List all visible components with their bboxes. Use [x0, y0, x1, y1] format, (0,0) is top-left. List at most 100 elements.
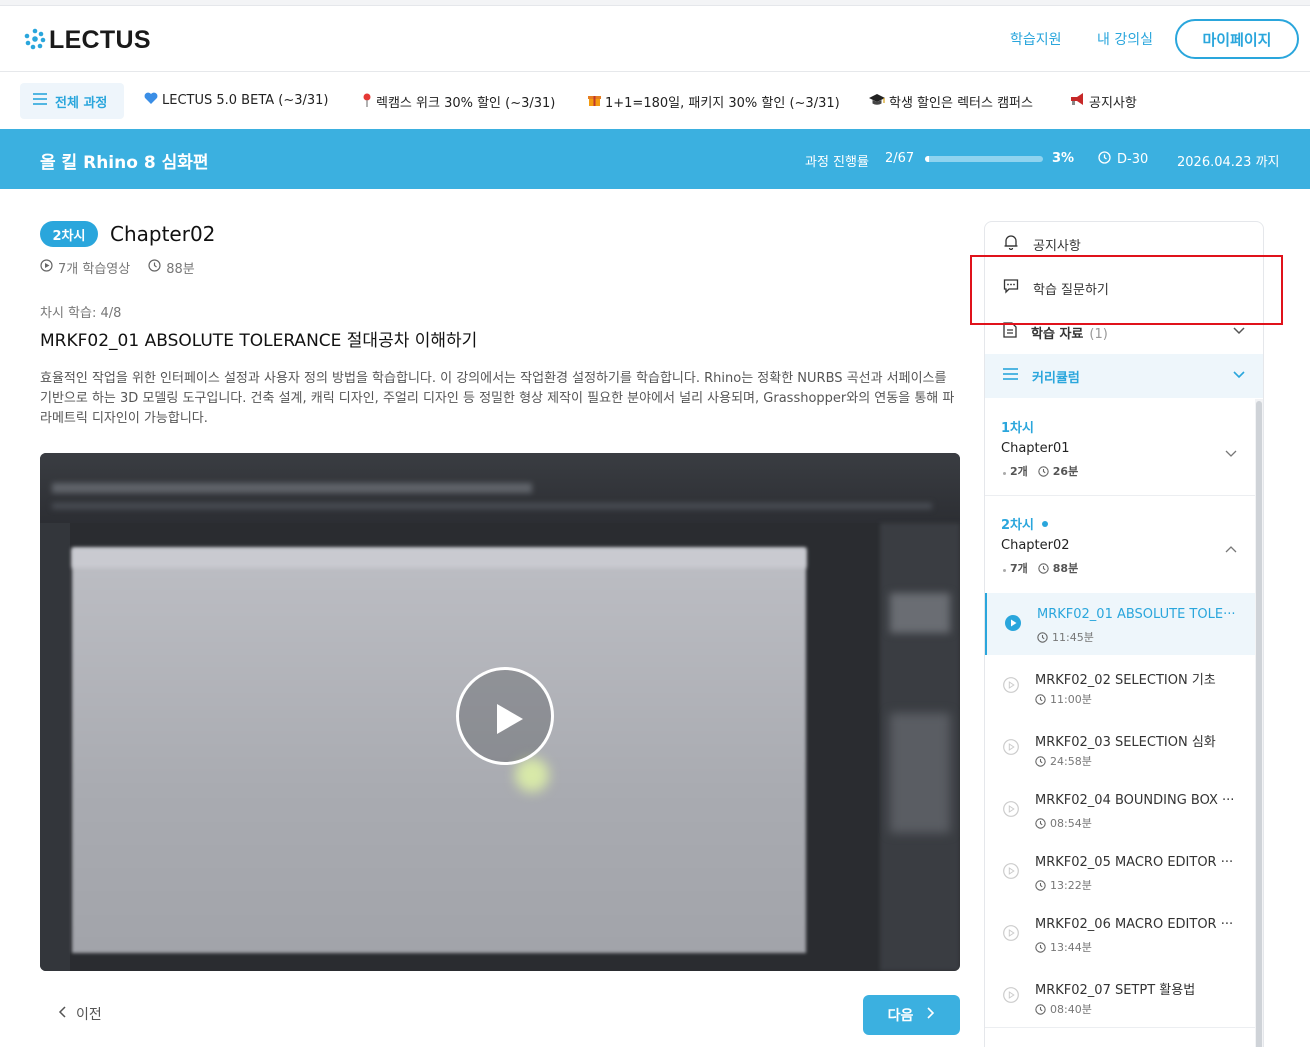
sidebar-curriculum[interactable]: 커리큘럼	[985, 354, 1263, 398]
video-frame-detail	[890, 593, 950, 633]
lecture-title: MRKF02_02 SELECTION 기초	[1035, 673, 1216, 688]
video-frame-viewport	[72, 548, 806, 953]
progress-bar	[925, 156, 1043, 162]
chevron-left-icon	[58, 1006, 66, 1022]
clock-icon	[1035, 879, 1046, 891]
sidebar-ask-question[interactable]: 학습 질문하기	[985, 266, 1263, 310]
clock-icon	[148, 259, 161, 276]
video-count-text: 7개 학습영상	[58, 262, 131, 277]
lecture-item[interactable]: MRKF02_06 MACRO EDITOR ··· 13:44분	[985, 903, 1255, 965]
clock-icon	[1035, 941, 1046, 953]
session-count-text: 2개	[1010, 465, 1028, 478]
session-title: Chapter02	[1001, 538, 1070, 553]
mypage-button[interactable]: 마이페이지	[1175, 19, 1299, 59]
lecture-time: 08:40분	[1035, 1001, 1092, 1017]
clock-icon	[1098, 151, 1111, 168]
lesson-title: MRKF02_01 ABSOLUTE TOLERANCE 절대공차 이해하기	[40, 331, 478, 351]
session-meta: 2개 26분	[1003, 463, 1078, 479]
lecture-item[interactable]: MRKF02_05 MACRO EDITOR ··· 13:22분	[985, 841, 1255, 903]
event-navbar: 전체 과정 LECTUS 5.0 BETA (~3/31) 렉캠스 위크 30%…	[0, 73, 1310, 129]
lecture-title: MRKF02_04 BOUNDING BOX ···	[1035, 793, 1235, 808]
clock-icon	[1038, 465, 1049, 477]
video-frame-detail	[52, 483, 532, 493]
lecture-time-text: 13:22분	[1050, 879, 1092, 892]
clock-icon	[1037, 631, 1048, 643]
lecture-time: 08:54분	[1035, 815, 1092, 831]
sidebar-curriculum-label: 커리큘럼	[1032, 370, 1080, 386]
lecture-item[interactable]: MRKF02_03 SELECTION 심화 24:58분	[985, 717, 1255, 779]
nav-learning-support[interactable]: 학습지원	[1010, 29, 1062, 49]
lecture-item[interactable]: MRKF02_07 SETPT 활용법 08:40분	[985, 965, 1255, 1027]
play-circle-icon	[1003, 863, 1019, 883]
heart-icon	[144, 92, 158, 109]
lecture-time-text: 11:00분	[1050, 693, 1092, 706]
progress-count: 2/67	[885, 151, 915, 166]
next-label: 다음	[887, 1008, 914, 1024]
session-1[interactable]: 1차시 Chapter01 2개 26분	[985, 399, 1255, 496]
play-circle-icon	[1005, 615, 1021, 635]
chapter-meta: 7개 학습영상 88분	[40, 258, 195, 277]
megaphone-icon	[1069, 93, 1085, 110]
sidebar-materials[interactable]: 학습 자료 (1)	[985, 310, 1263, 354]
all-courses-button[interactable]: 전체 과정	[20, 83, 124, 119]
session-label: 2차시	[1001, 514, 1048, 533]
sidebar-notice[interactable]: 공지사항	[985, 222, 1263, 266]
video-frame-detail	[890, 713, 950, 833]
lecture-item[interactable]: MRKF02_04 BOUNDING BOX ··· 08:54분	[985, 779, 1255, 841]
clock-icon	[1035, 755, 1046, 767]
play-icon	[497, 704, 523, 734]
lecture-title: MRKF02_03 SELECTION 심화	[1035, 735, 1216, 750]
session-2[interactable]: 2차시 Chapter02 7개 88분	[985, 496, 1255, 593]
video-count: 7개 학습영상	[40, 258, 130, 277]
materials-text: 학습 자료	[1031, 326, 1084, 342]
nav-event-label: 학생 할인은 렉터스 캠퍼스	[889, 96, 1033, 111]
expire-date: 2026.04.23 까지	[1177, 155, 1280, 170]
video-player[interactable]	[40, 453, 960, 971]
bell-icon	[1003, 234, 1019, 254]
progress-percent: 3%	[1052, 151, 1075, 166]
nav-event-student[interactable]: 학생 할인은 렉터스 캠퍼스	[869, 92, 1033, 111]
nav-event-package[interactable]: 1+1=180일, 패키지 30% 할인 (~3/31)	[588, 92, 840, 111]
nav-event-week[interactable]: 렉캠스 위크 30% 할인 (~3/31)	[362, 92, 555, 111]
chevron-down-icon	[1225, 443, 1237, 462]
nav-my-classroom[interactable]: 내 강의실	[1097, 29, 1153, 49]
sidebar: 공지사항 학습 질문하기 학습 자료 (1) 커리큘럼 1차시 Chapter01…	[984, 221, 1264, 1047]
session-count: 7개	[1003, 560, 1028, 576]
progress-label: 과정 진행률	[805, 155, 869, 170]
play-circle-icon	[1003, 801, 1019, 821]
nav-notice[interactable]: 공지사항	[1069, 92, 1137, 111]
lecture-time-text: 13:44분	[1050, 941, 1092, 954]
clock-icon	[1035, 817, 1046, 829]
materials-count: (1)	[1089, 326, 1108, 342]
prev-label: 이전	[76, 1007, 102, 1023]
session-title: Chapter01	[1001, 441, 1070, 456]
sidebar-ask-label: 학습 질문하기	[1033, 282, 1109, 298]
chevron-up-icon	[1225, 538, 1237, 557]
clock-icon	[1035, 693, 1046, 705]
logo[interactable]: LECTUS	[24, 26, 151, 55]
play-circle-icon	[1003, 677, 1019, 697]
sidebar-scrollbar[interactable]	[1255, 399, 1263, 1047]
lecture-item[interactable]: MRKF02_02 SELECTION 기초 11:00분	[985, 655, 1255, 717]
session-duration: 88분	[1038, 560, 1078, 576]
nav-event-beta[interactable]: LECTUS 5.0 BETA (~3/31)	[144, 92, 329, 109]
course-banner: 올 킬 Rhino 8 심화편 과정 진행률 2/67 3% D-30 2026…	[0, 129, 1310, 189]
prev-button[interactable]: 이전	[58, 1004, 102, 1024]
sidebar-notice-label: 공지사항	[1033, 238, 1081, 254]
play-button[interactable]	[456, 667, 554, 765]
lecture-item[interactable]: MRKF02_01 ABSOLUTE TOLE··· 11:45분	[985, 593, 1255, 655]
clock-icon	[1038, 562, 1049, 574]
video-frame-detail	[52, 503, 932, 509]
session-duration-text: 88분	[1052, 562, 1079, 575]
session-label: 1차시	[1001, 421, 1034, 436]
session-duration: 26분	[1038, 463, 1078, 479]
progress-fill	[925, 156, 929, 162]
dday: D-30	[1098, 151, 1148, 168]
scrollbar-thumb[interactable]	[1256, 401, 1262, 1047]
session-3[interactable]	[985, 1027, 1255, 1047]
session-badge: 2차시	[40, 221, 98, 247]
nav-notice-label: 공지사항	[1089, 96, 1137, 111]
lesson-description: 효율적인 작업을 위한 인터페이스 설정과 사용자 정의 방법을 학습합니다. …	[40, 371, 955, 426]
next-button[interactable]: 다음	[863, 995, 960, 1035]
lecture-time: 24:58분	[1035, 753, 1092, 769]
